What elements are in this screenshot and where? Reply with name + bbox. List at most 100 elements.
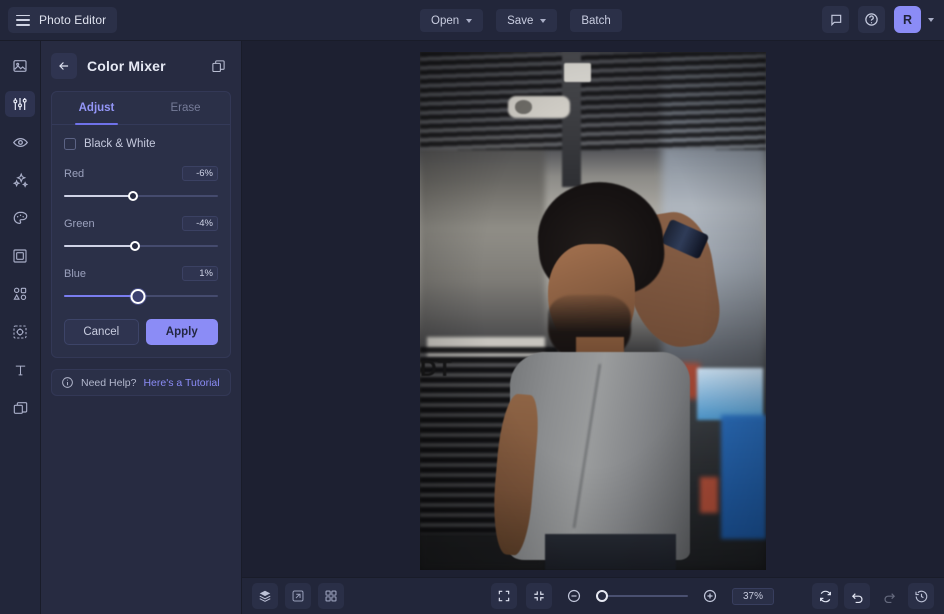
red-slider-fill [64, 195, 133, 197]
blue-label: Blue [64, 268, 86, 280]
help-button[interactable] [858, 6, 885, 33]
chevron-down-icon [540, 19, 546, 23]
zoom-slider-thumb[interactable] [596, 590, 608, 602]
blue-value-input[interactable]: 1% [182, 266, 218, 281]
zoom-out-icon [566, 588, 582, 604]
grid-icon [324, 589, 338, 603]
zoom-out-button[interactable] [561, 583, 587, 609]
text-icon [13, 363, 28, 378]
adjust-controls: Black & White Red -6% Green -4% [52, 125, 230, 357]
black-and-white-row[interactable]: Black & White [64, 138, 218, 150]
background-remove-icon [12, 324, 28, 340]
reset-icon [818, 589, 833, 604]
info-icon [61, 376, 74, 389]
layers-tool[interactable] [5, 395, 35, 421]
avatar[interactable]: R [894, 6, 921, 33]
green-slider-header: Green -4% [64, 216, 218, 231]
green-slider[interactable] [64, 239, 218, 253]
reset-button[interactable] [812, 583, 838, 609]
text-tool[interactable] [5, 357, 35, 383]
transform-button[interactable] [285, 583, 311, 609]
hamburger-icon [16, 15, 30, 26]
redo-icon [882, 589, 897, 604]
green-label: Green [64, 218, 95, 230]
stack-icon [12, 400, 28, 416]
tool-panel: Color Mixer Adjust Erase Black & White [41, 41, 242, 614]
cancel-button[interactable]: Cancel [64, 319, 139, 345]
tutorial-link[interactable]: Here's a Tutorial [143, 377, 219, 389]
effects-tool[interactable] [5, 167, 35, 193]
comment-icon [829, 13, 843, 27]
app-menu-button[interactable]: Photo Editor [8, 7, 117, 33]
red-slider-header: Red -6% [64, 166, 218, 181]
panel-actions: Cancel Apply [64, 319, 218, 345]
panel-tabs: Adjust Erase [52, 92, 230, 125]
sliders-icon [12, 96, 28, 112]
app-title: Photo Editor [39, 13, 106, 27]
image-icon [12, 58, 28, 74]
arrow-left-icon [57, 59, 71, 73]
red-slider-group: Red -6% [64, 166, 218, 203]
page-title: Color Mixer [87, 58, 166, 74]
blue-slider-thumb[interactable] [130, 289, 145, 304]
blue-slider[interactable] [64, 289, 218, 303]
green-slider-thumb[interactable] [130, 241, 140, 251]
open-button[interactable]: Open [420, 9, 483, 32]
red-slider-thumb[interactable] [128, 191, 138, 201]
history-controls [812, 583, 934, 609]
green-slider-fill [64, 245, 135, 247]
palette-icon [12, 210, 29, 227]
back-button[interactable] [51, 53, 77, 79]
fit-content-button[interactable] [526, 583, 552, 609]
tab-adjust[interactable]: Adjust [52, 92, 141, 124]
blue-slider-fill [64, 295, 138, 297]
chevron-down-icon [466, 19, 472, 23]
fit-screen-button[interactable] [491, 583, 517, 609]
open-label: Open [431, 15, 459, 27]
question-circle-icon [864, 12, 879, 27]
panel-header: Color Mixer [51, 51, 231, 81]
apply-button[interactable]: Apply [146, 319, 219, 345]
history-icon [914, 589, 929, 604]
frame-tool[interactable] [5, 243, 35, 269]
help-banner[interactable]: Need Help? Here's a Tutorial [51, 369, 231, 396]
chevron-down-icon[interactable] [928, 18, 934, 22]
green-slider-group: Green -4% [64, 216, 218, 253]
color-tool[interactable] [5, 205, 35, 231]
feedback-button[interactable] [822, 6, 849, 33]
zoom-in-button[interactable] [697, 583, 723, 609]
adjust-tool[interactable] [5, 91, 35, 117]
green-value-input[interactable]: -4% [182, 216, 218, 231]
zoom-level-input[interactable]: 37% [732, 588, 774, 605]
tab-erase[interactable]: Erase [141, 92, 230, 124]
black-and-white-checkbox[interactable] [64, 138, 76, 150]
shapes-tool[interactable] [5, 281, 35, 307]
zoom-slider-track [596, 595, 688, 597]
bottom-bar: 37% [242, 577, 944, 614]
red-value-input[interactable]: -6% [182, 166, 218, 181]
photo-preview[interactable]: DT [420, 52, 766, 570]
layers-button[interactable] [252, 583, 278, 609]
black-and-white-label: Black & White [84, 138, 156, 150]
batch-button[interactable]: Batch [570, 9, 621, 32]
zoom-slider[interactable] [596, 589, 688, 603]
layers-icon [258, 589, 272, 603]
history-button[interactable] [908, 583, 934, 609]
batch-label: Batch [581, 15, 610, 27]
zoom-controls: 37% [491, 583, 774, 609]
redo-button[interactable] [876, 583, 902, 609]
background-tool[interactable] [5, 319, 35, 345]
top-bar-actions: Open Save Batch [420, 9, 622, 32]
retouch-tool[interactable] [5, 129, 35, 155]
duplicate-button[interactable] [207, 55, 229, 77]
canvas-area[interactable]: DT [242, 41, 944, 577]
image-tool[interactable] [5, 53, 35, 79]
frame-icon [12, 248, 28, 264]
red-slider[interactable] [64, 189, 218, 203]
grid-button[interactable] [318, 583, 344, 609]
save-button[interactable]: Save [496, 9, 557, 32]
undo-button[interactable] [844, 583, 870, 609]
duplicate-icon [211, 59, 226, 74]
blue-slider-header: Blue 1% [64, 266, 218, 281]
bottom-bar-left [252, 583, 344, 609]
